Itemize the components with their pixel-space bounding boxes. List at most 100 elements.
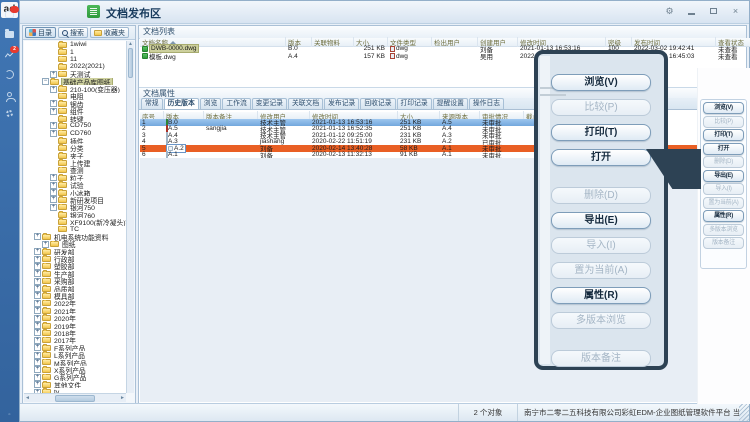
tree-item[interactable]: +新研发项目 xyxy=(24,196,126,203)
expander-icon[interactable]: + xyxy=(50,130,57,137)
props-tab[interactable]: 操作日志 xyxy=(469,98,504,109)
tree-item[interactable]: +F系列产品 xyxy=(24,344,126,351)
tree-item[interactable]: +CD760 xyxy=(24,130,126,137)
expander-icon[interactable]: + xyxy=(34,374,41,381)
props-tab[interactable]: 浏览 xyxy=(200,98,222,109)
tree-item[interactable]: +生产部 xyxy=(24,270,126,277)
expander-icon[interactable]: + xyxy=(34,307,41,314)
menu-item[interactable]: 打开 xyxy=(703,143,744,155)
props-tab[interactable]: 工作流 xyxy=(222,98,250,109)
tree-item[interactable]: +G系列产品 xyxy=(24,374,126,381)
menu-item-zoomed[interactable]: 打印(T) xyxy=(551,124,651,141)
menu-item[interactable]: 属性(R) xyxy=(703,210,744,222)
menu-item[interactable]: 删除(D) xyxy=(703,156,744,168)
expander-icon[interactable]: + xyxy=(34,233,41,240)
props-tab[interactable]: 变更记录 xyxy=(252,98,287,109)
expander-icon[interactable]: + xyxy=(34,315,41,322)
menu-item[interactable]: 版本备注 xyxy=(703,237,744,249)
props-tab[interactable]: 关联文档 xyxy=(288,98,323,109)
expander-icon[interactable]: + xyxy=(50,196,57,203)
tree-item[interactable]: 11 xyxy=(24,56,126,63)
gear-icon[interactable] xyxy=(4,109,15,120)
tree-horizontal-scrollbar[interactable]: ◄► xyxy=(24,393,126,402)
tree-item[interactable]: 转键 xyxy=(24,115,126,122)
sidebar-bottom-icon[interactable]: ▫ xyxy=(0,412,19,418)
expander-icon[interactable]: + xyxy=(34,322,41,329)
menu-item[interactable]: 比较(P) xyxy=(703,116,744,128)
expander-icon[interactable]: + xyxy=(34,263,41,270)
expander-icon[interactable]: + xyxy=(34,352,41,359)
expander-icon[interactable]: + xyxy=(34,366,41,373)
tree-item[interactable]: −基础产品库图纸 xyxy=(24,78,126,85)
menu-item-zoomed[interactable]: 版本备注 xyxy=(551,350,651,367)
menu-item[interactable]: 多版本浏览 xyxy=(703,224,744,236)
tree-item[interactable]: +2019年 xyxy=(24,322,126,329)
tree-item[interactable]: +2021年 xyxy=(24,307,126,314)
tree-item[interactable]: 1wiwi xyxy=(24,41,126,48)
tree-item[interactable]: +2022年 xyxy=(24,300,126,307)
menu-item[interactable]: 导入(I) xyxy=(703,183,744,195)
expander-icon[interactable]: + xyxy=(50,174,57,181)
tree-item[interactable]: +小冰箱 xyxy=(24,189,126,196)
tree-item[interactable]: +图纸 xyxy=(24,241,126,248)
tree-item[interactable]: +天测试 xyxy=(24,71,126,78)
tree-item[interactable]: 分类 xyxy=(24,144,126,151)
tree-item[interactable]: +X系列产品 xyxy=(24,366,126,373)
menu-item[interactable]: 置为当前(A) xyxy=(703,197,744,209)
expander-icon[interactable]: + xyxy=(34,344,41,351)
tree-item[interactable]: 2022(2021) xyxy=(24,63,126,70)
menu-item[interactable]: 导出(E) xyxy=(703,170,744,182)
chat-icon[interactable] xyxy=(4,9,15,20)
tree-item[interactable]: TC xyxy=(24,226,126,233)
menu-item-zoomed[interactable]: 置为当前(A) xyxy=(551,262,651,279)
props-tab[interactable]: 历史版本 xyxy=(164,98,199,109)
expander-icon[interactable]: + xyxy=(50,86,57,93)
expander-icon[interactable]: + xyxy=(34,337,41,344)
tree-item[interactable]: +2017年 xyxy=(24,337,126,344)
tree-item[interactable]: 查测 xyxy=(24,167,126,174)
tree-item[interactable]: +粒子 xyxy=(24,174,126,181)
expander-icon[interactable]: + xyxy=(50,100,57,107)
tree-item[interactable]: +采购部 xyxy=(24,278,126,285)
tree-item[interactable]: 夹子 xyxy=(24,152,126,159)
tree-vertical-scrollbar[interactable]: ▲ xyxy=(126,41,134,393)
maximize-icon[interactable] xyxy=(708,6,719,17)
user-icon[interactable] xyxy=(4,89,15,100)
tree-item[interactable]: 上传建 xyxy=(24,159,126,166)
tree-item[interactable]: XF9100(新冷凝头)V2.0 图纸 xyxy=(24,218,126,225)
expander-icon[interactable]: + xyxy=(34,285,41,292)
expander-icon[interactable]: + xyxy=(34,278,41,285)
expander-icon[interactable]: + xyxy=(34,300,41,307)
menu-item-zoomed[interactable]: 删除(D) xyxy=(551,187,651,204)
tree-item[interactable]: +组件 xyxy=(24,108,126,115)
expander-icon[interactable]: + xyxy=(50,189,57,196)
tree-item[interactable]: +行政部 xyxy=(24,255,126,262)
minimize-icon[interactable] xyxy=(686,6,697,17)
tree-item[interactable]: +机电系统功能资料 xyxy=(24,233,126,240)
menu-item[interactable]: 浏览(V) xyxy=(703,102,744,114)
tree-item[interactable]: +银河750 xyxy=(24,204,126,211)
menu-item-zoomed[interactable]: 导出(E) xyxy=(551,212,651,229)
props-tab[interactable]: 发布记录 xyxy=(324,98,359,109)
expander-icon[interactable]: + xyxy=(34,359,41,366)
menu-item-zoomed[interactable]: 属性(R) xyxy=(551,287,651,304)
tree-item[interactable]: 银河760 xyxy=(24,211,126,218)
expander-icon[interactable]: + xyxy=(34,248,41,255)
tree-item[interactable]: +塑胶部 xyxy=(24,263,126,270)
tree-item[interactable]: +210-100(变压器) xyxy=(24,85,126,92)
tree-item[interactable]: +M系列产品 xyxy=(24,359,126,366)
expander-icon[interactable]: + xyxy=(34,381,41,388)
tree-item[interactable]: +L系列产品 xyxy=(24,351,126,358)
tree-item[interactable]: +研发部 xyxy=(24,248,126,255)
tab-directory[interactable]: 目录 xyxy=(25,27,56,38)
close-icon[interactable]: × xyxy=(730,6,741,17)
folder-icon[interactable] xyxy=(4,29,15,40)
expander-icon[interactable]: + xyxy=(34,256,41,263)
tree-item[interactable]: 1 xyxy=(24,48,126,55)
sync-icon[interactable] xyxy=(4,69,15,80)
props-tab[interactable]: 回收记录 xyxy=(360,98,395,109)
expander-icon[interactable]: + xyxy=(34,270,41,277)
menu-item-zoomed[interactable]: 多版本浏览 xyxy=(551,312,651,329)
expander-icon[interactable]: + xyxy=(42,241,49,248)
expander-icon[interactable]: − xyxy=(42,78,49,85)
